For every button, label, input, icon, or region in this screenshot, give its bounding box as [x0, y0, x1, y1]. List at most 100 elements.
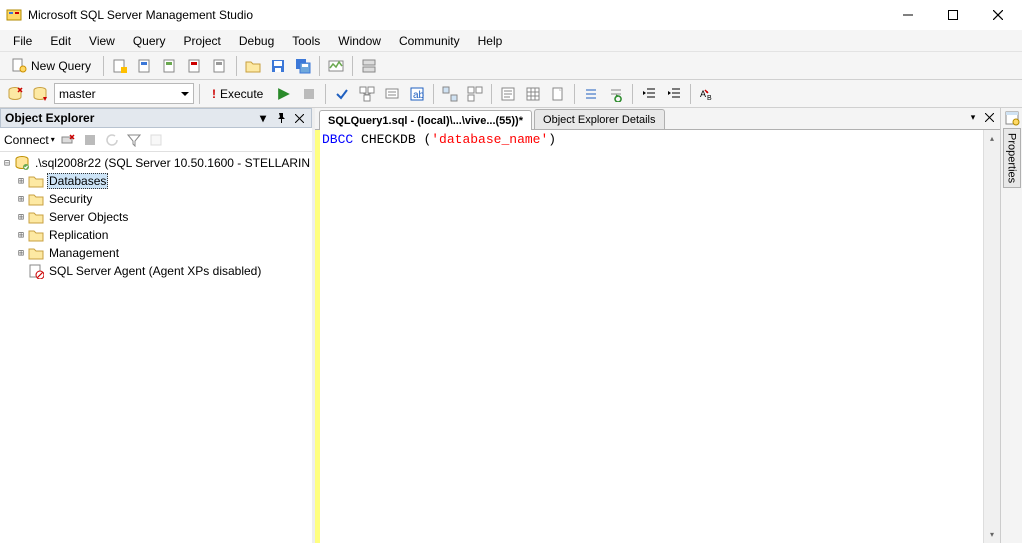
open-file-icon[interactable]: [242, 55, 264, 77]
menu-community[interactable]: Community: [390, 32, 469, 50]
folder-icon: [28, 227, 44, 243]
new-query-icon: [11, 58, 27, 74]
decrease-indent-icon[interactable]: [638, 83, 660, 105]
scroll-up-icon[interactable]: ▴: [984, 130, 1000, 147]
filter-icon[interactable]: [125, 131, 143, 149]
cancel-executing-icon[interactable]: [298, 83, 320, 105]
close-document-icon[interactable]: [982, 110, 996, 124]
menu-edit[interactable]: Edit: [41, 32, 80, 50]
object-explorer-tree[interactable]: ⊟ .\sql2008r22 (SQL Server 10.50.1600 - …: [0, 152, 312, 543]
properties-sidebar[interactable]: Properties: [1000, 108, 1022, 543]
menu-view[interactable]: View: [80, 32, 124, 50]
parse-icon[interactable]: [331, 83, 353, 105]
tab-sqlquery1-label: SQLQuery1.sql - (local)\...\vive...(55))…: [328, 115, 523, 127]
new-query-label: New Query: [31, 59, 91, 73]
pin-icon[interactable]: [273, 110, 289, 126]
save-all-icon[interactable]: [292, 55, 314, 77]
tree-server-node[interactable]: ⊟ .\sql2008r22 (SQL Server 10.50.1600 - …: [0, 154, 312, 172]
uncomment-selection-icon[interactable]: [605, 83, 627, 105]
document-area: SQLQuery1.sql - (local)\...\vive...(55))…: [315, 108, 1000, 543]
folder-icon: [28, 191, 44, 207]
change-connection-icon[interactable]: [4, 83, 26, 105]
registered-servers-icon[interactable]: [358, 55, 380, 77]
sql-editor-toolbar: master ! Execute ab AB: [0, 80, 1022, 108]
dropdown-icon[interactable]: ▾: [255, 110, 271, 126]
scroll-down-icon[interactable]: ▾: [984, 526, 1000, 543]
save-icon[interactable]: [267, 55, 289, 77]
results-to-file-icon[interactable]: [547, 83, 569, 105]
tree-server-objects-node[interactable]: ⊞Server Objects: [0, 208, 312, 226]
tree-sql-agent-label: SQL Server Agent (Agent XPs disabled): [47, 264, 263, 278]
tree-replication-node[interactable]: ⊞Replication: [0, 226, 312, 244]
intellisense-icon[interactable]: ab: [406, 83, 428, 105]
new-mdx-query-icon[interactable]: [159, 55, 181, 77]
standard-toolbar: New Query: [0, 52, 1022, 80]
menu-tools[interactable]: Tools: [283, 32, 329, 50]
folder-icon: [28, 209, 44, 225]
tree-server-objects-label: Server Objects: [47, 210, 130, 224]
new-query-button[interactable]: New Query: [4, 54, 98, 77]
report-icon[interactable]: [147, 131, 165, 149]
query-options-icon[interactable]: [381, 83, 403, 105]
ssms-app-icon: [6, 7, 22, 23]
results-to-grid-icon[interactable]: [522, 83, 544, 105]
object-explorer-toolbar: Connect: [0, 128, 312, 152]
tree-sql-agent-node[interactable]: SQL Server Agent (Agent XPs disabled): [0, 262, 312, 280]
menu-file[interactable]: File: [4, 32, 41, 50]
menu-query[interactable]: Query: [124, 32, 175, 50]
tab-sqlquery1[interactable]: SQLQuery1.sql - (local)\...\vive...(55))…: [319, 110, 532, 130]
object-explorer-panel: Object Explorer ▾ Connect ⊟ .\sql2008r22…: [0, 108, 315, 543]
database-selector[interactable]: master: [54, 83, 194, 104]
properties-tab-label: Properties: [1003, 128, 1021, 188]
tree-security-node[interactable]: ⊞Security: [0, 190, 312, 208]
sql-function: CHECKDB: [353, 132, 423, 147]
editor-content[interactable]: DBCC CHECKDB ('database_name'): [320, 130, 983, 543]
include-client-stats-icon[interactable]: [464, 83, 486, 105]
tree-management-node[interactable]: ⊞Management: [0, 244, 312, 262]
tab-object-explorer-details[interactable]: Object Explorer Details: [534, 109, 665, 129]
close-button[interactable]: [975, 1, 1020, 30]
properties-icon: [1004, 110, 1020, 126]
estimated-plan-icon[interactable]: [356, 83, 378, 105]
execute-button[interactable]: ! Execute: [205, 82, 270, 105]
vertical-scrollbar[interactable]: ▴ ▾: [983, 130, 1000, 543]
new-database-engine-query-icon[interactable]: [109, 55, 131, 77]
separator: [103, 56, 104, 76]
chevron-down-icon: [181, 92, 189, 96]
sql-editor[interactable]: DBCC CHECKDB ('database_name') ▴ ▾: [315, 130, 1000, 543]
tree-databases-node[interactable]: ⊞Databases: [0, 172, 312, 190]
stop-icon[interactable]: [81, 131, 99, 149]
comment-selection-icon[interactable]: [580, 83, 602, 105]
menu-project[interactable]: Project: [175, 32, 230, 50]
menu-help[interactable]: Help: [469, 32, 512, 50]
include-actual-plan-icon[interactable]: [439, 83, 461, 105]
activity-monitor-icon[interactable]: [325, 55, 347, 77]
separator: [632, 84, 633, 104]
menu-debug[interactable]: Debug: [230, 32, 283, 50]
separator: [325, 84, 326, 104]
disconnect-icon[interactable]: [59, 131, 77, 149]
menu-window[interactable]: Window: [329, 32, 390, 50]
maximize-button[interactable]: [930, 1, 975, 30]
tree-databases-label: Databases: [47, 173, 108, 189]
new-analysis-query-icon[interactable]: [134, 55, 156, 77]
separator: [690, 84, 691, 104]
execute-label: Execute: [220, 87, 263, 101]
results-to-text-icon[interactable]: [497, 83, 519, 105]
active-files-dropdown-icon[interactable]: ▾: [966, 110, 980, 124]
menubar: File Edit View Query Project Debug Tools…: [0, 30, 1022, 52]
tab-oed-label: Object Explorer Details: [543, 114, 656, 126]
svg-text:B: B: [707, 95, 712, 102]
connect-button[interactable]: Connect: [4, 133, 55, 147]
new-dmx-query-icon[interactable]: [184, 55, 206, 77]
close-panel-icon[interactable]: [291, 110, 307, 126]
specify-values-icon[interactable]: AB: [696, 83, 718, 105]
increase-indent-icon[interactable]: [663, 83, 685, 105]
sql-paren-close: ): [548, 132, 556, 147]
new-xmla-query-icon[interactable]: [209, 55, 231, 77]
change-connection-dropdown-icon[interactable]: [29, 83, 51, 105]
svg-text:ab: ab: [413, 90, 425, 101]
refresh-icon[interactable]: [103, 131, 121, 149]
minimize-button[interactable]: [885, 1, 930, 30]
debug-icon[interactable]: [273, 83, 295, 105]
